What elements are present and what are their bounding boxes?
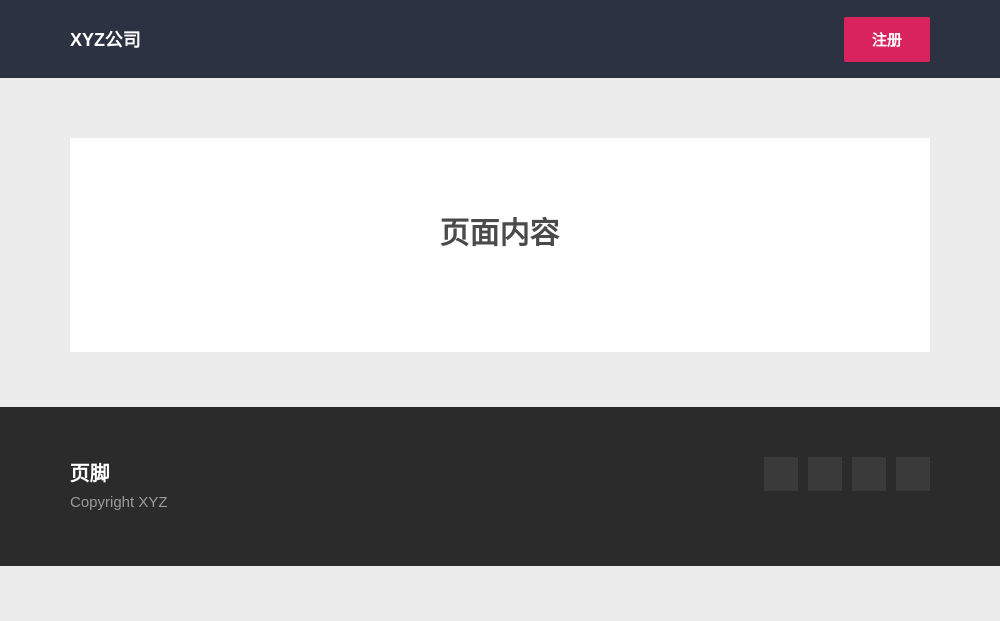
- content-card: 页面内容: [70, 138, 930, 352]
- footer-copyright: Copyright XYZ: [70, 494, 168, 511]
- footer-title: 页脚: [70, 457, 168, 486]
- page-content-title: 页面内容: [90, 208, 910, 252]
- brand-logo[interactable]: XYZ公司: [70, 26, 141, 52]
- footer: 页脚 Copyright XYZ: [0, 407, 1000, 566]
- footer-social-icons: [764, 457, 930, 491]
- main-content: 页面内容: [0, 78, 1000, 407]
- social-icon-3[interactable]: [852, 457, 886, 491]
- register-button[interactable]: 注册: [844, 17, 930, 62]
- social-icon-4[interactable]: [896, 457, 930, 491]
- social-icon-1[interactable]: [764, 457, 798, 491]
- header: XYZ公司 注册: [0, 0, 1000, 78]
- footer-left: 页脚 Copyright XYZ: [70, 457, 168, 511]
- social-icon-2[interactable]: [808, 457, 842, 491]
